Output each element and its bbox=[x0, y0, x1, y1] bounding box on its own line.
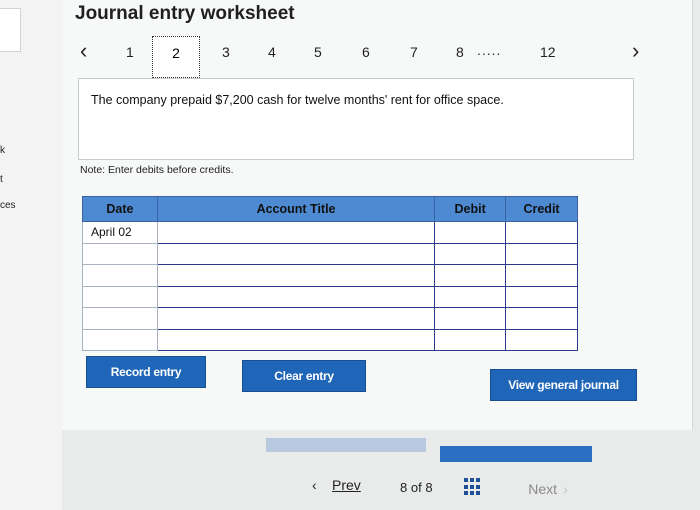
debit-cell[interactable] bbox=[434, 328, 507, 351]
date-cell[interactable] bbox=[82, 264, 158, 287]
pager-page-7[interactable]: 7 bbox=[410, 44, 418, 60]
next-button-label: Next bbox=[528, 481, 558, 497]
grid-icon[interactable] bbox=[464, 478, 482, 496]
header-date: Date bbox=[82, 196, 158, 222]
date-cell[interactable]: April 02 bbox=[82, 221, 158, 244]
pager-page-2-label: 2 bbox=[172, 45, 180, 61]
table-row bbox=[82, 307, 578, 330]
question-pager: ‹ 1 2 3 4 5 6 7 8 ..... 12 › bbox=[0, 0, 700, 80]
credit-cell[interactable] bbox=[505, 285, 578, 308]
page-current: 8 bbox=[400, 480, 408, 495]
question-text: The company prepaid $7,200 cash for twel… bbox=[91, 93, 504, 107]
credit-cell[interactable] bbox=[505, 221, 578, 244]
debit-cell[interactable] bbox=[434, 264, 507, 287]
pager-next-chevron-icon[interactable]: › bbox=[632, 38, 639, 64]
pager-ellipsis: ..... bbox=[477, 42, 502, 58]
sidebar-label-1: k bbox=[0, 145, 5, 156]
view-general-journal-button[interactable]: View general journal bbox=[490, 369, 637, 401]
credit-cell[interactable] bbox=[505, 307, 578, 330]
account-title-cell[interactable] bbox=[156, 328, 436, 351]
pager-page-12[interactable]: 12 bbox=[540, 44, 556, 60]
table-row bbox=[82, 242, 578, 265]
page-of: of bbox=[410, 480, 422, 495]
debit-cell[interactable] bbox=[434, 307, 507, 330]
debit-cell[interactable] bbox=[434, 242, 507, 265]
account-title-cell[interactable] bbox=[156, 264, 436, 287]
table-row: April 02 bbox=[82, 221, 578, 244]
prev-chevron-icon[interactable]: ‹ bbox=[312, 477, 317, 493]
credit-cell[interactable] bbox=[505, 328, 578, 351]
pager-page-4[interactable]: 4 bbox=[268, 44, 276, 60]
next-chevron-icon: › bbox=[563, 481, 568, 497]
account-title-cell[interactable] bbox=[156, 242, 436, 265]
table-row bbox=[82, 264, 578, 287]
sidebar-label-3[interactable]: ces bbox=[0, 200, 16, 211]
debit-cell[interactable] bbox=[434, 221, 507, 244]
account-title-cell[interactable] bbox=[156, 307, 436, 330]
sidebar-label-2: t bbox=[0, 174, 3, 185]
date-cell[interactable] bbox=[82, 285, 158, 308]
page-total: 8 bbox=[425, 480, 433, 495]
date-cell[interactable] bbox=[82, 328, 158, 351]
page-counter: 8 of 8 bbox=[400, 480, 433, 495]
question-box: The company prepaid $7,200 cash for twel… bbox=[78, 78, 634, 160]
next-button[interactable]: Next › bbox=[508, 476, 588, 502]
account-title-cell[interactable] bbox=[156, 285, 436, 308]
instruction-note: Note: Enter debits before credits. bbox=[80, 164, 234, 176]
credit-cell[interactable] bbox=[505, 242, 578, 265]
pager-page-8[interactable]: 8 bbox=[456, 44, 464, 60]
prev-button[interactable]: Prev bbox=[332, 477, 361, 493]
pager-page-6[interactable]: 6 bbox=[362, 44, 370, 60]
pager-prev-chevron-icon[interactable]: ‹ bbox=[80, 38, 87, 64]
header-debit: Debit bbox=[434, 196, 507, 222]
date-cell[interactable] bbox=[82, 307, 158, 330]
clear-entry-button[interactable]: Clear entry bbox=[242, 360, 366, 392]
pager-page-5[interactable]: 5 bbox=[314, 44, 322, 60]
credit-cell[interactable] bbox=[505, 264, 578, 287]
record-entry-button[interactable]: Record entry bbox=[86, 356, 206, 388]
debit-cell[interactable] bbox=[434, 285, 507, 308]
table-row bbox=[82, 328, 578, 351]
pager-page-2-active[interactable]: 2 bbox=[152, 36, 200, 78]
journal-entry-table: Date Account Title Debit Credit April 02 bbox=[82, 196, 578, 351]
pager-page-1[interactable]: 1 bbox=[126, 44, 134, 60]
header-account-title: Account Title bbox=[156, 196, 436, 222]
table-header-row: Date Account Title Debit Credit bbox=[82, 196, 578, 222]
date-cell[interactable] bbox=[82, 242, 158, 265]
table-row bbox=[82, 285, 578, 308]
faded-banner-bar bbox=[266, 438, 426, 452]
pager-page-3[interactable]: 3 bbox=[222, 44, 230, 60]
account-title-cell[interactable] bbox=[156, 221, 436, 244]
blue-banner-bar bbox=[440, 446, 592, 462]
header-credit: Credit bbox=[505, 196, 578, 222]
